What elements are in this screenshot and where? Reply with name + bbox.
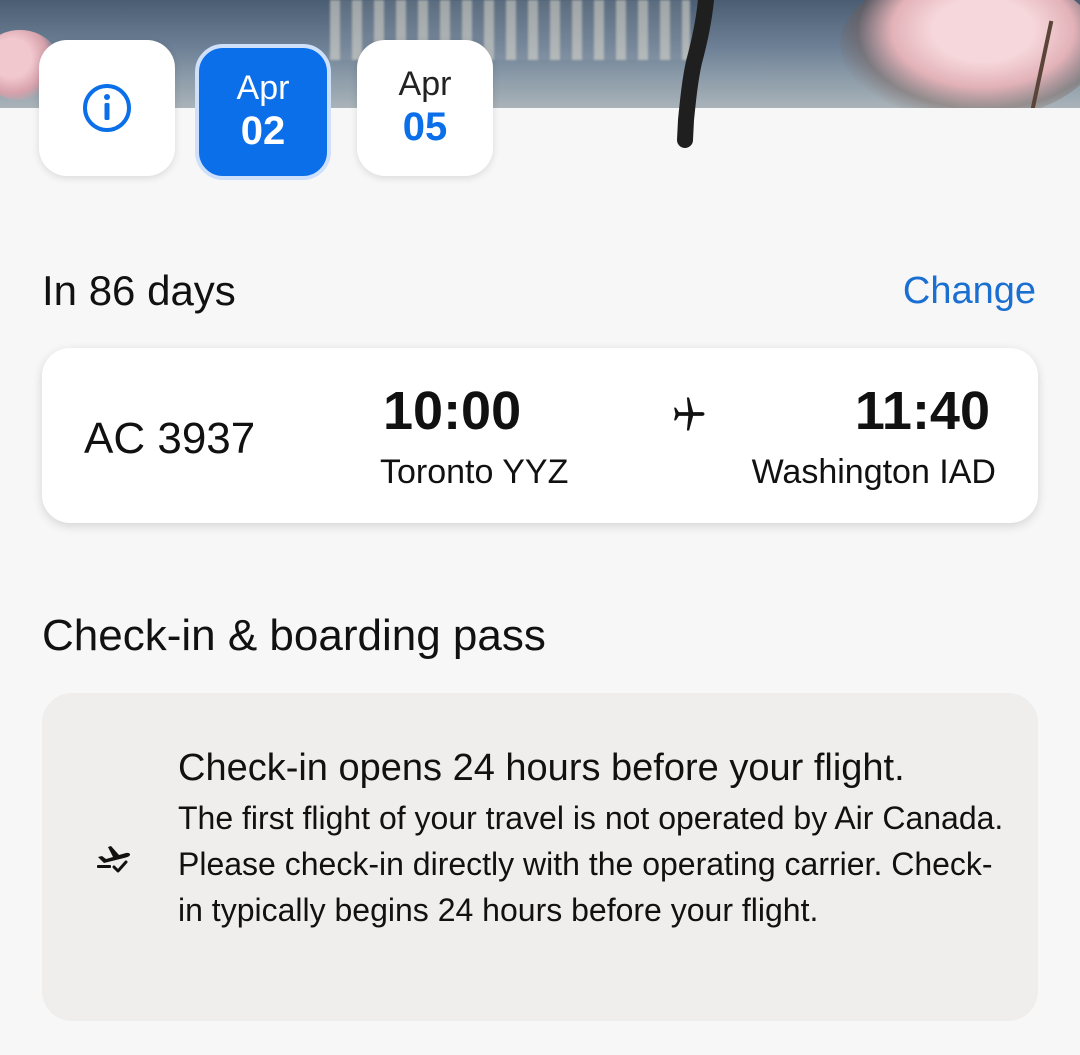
checkin-notice-card: Check-in opens 24 hours before your flig… — [42, 693, 1038, 1021]
departure-airport: Toronto YYZ — [380, 453, 569, 491]
flight-checkin-icon — [97, 846, 130, 873]
checkin-section-title: Check-in & boarding pass — [42, 611, 546, 660]
date-day: 05 — [402, 105, 448, 149]
flight-number: AC 3937 — [84, 414, 256, 463]
date-day: 02 — [240, 109, 286, 153]
change-link[interactable]: Change — [903, 268, 1036, 314]
departure-time: 10:00 — [383, 381, 522, 441]
arrival-time: 11:40 — [854, 381, 990, 441]
date-month: Apr — [398, 65, 452, 103]
arrival-airport: Washington IAD — [751, 453, 996, 491]
date-month: Apr — [236, 69, 290, 107]
checkin-headline: Check-in opens 24 hours before your flig… — [178, 747, 905, 789]
flight-date-selected[interactable]: Apr 02 — [195, 44, 331, 180]
info-circle-icon — [83, 84, 131, 132]
airplane-icon — [674, 397, 705, 431]
flight-card[interactable]: AC 3937 10:00 Toronto YYZ 11:40 Washingt… — [42, 348, 1038, 523]
flight-date-option[interactable]: Apr 05 — [357, 40, 493, 176]
trip-countdown: In 86 days — [42, 267, 236, 314]
checkin-body: The first flight of your travel is not o… — [178, 800, 1004, 928]
trip-info-button[interactable] — [39, 40, 175, 176]
